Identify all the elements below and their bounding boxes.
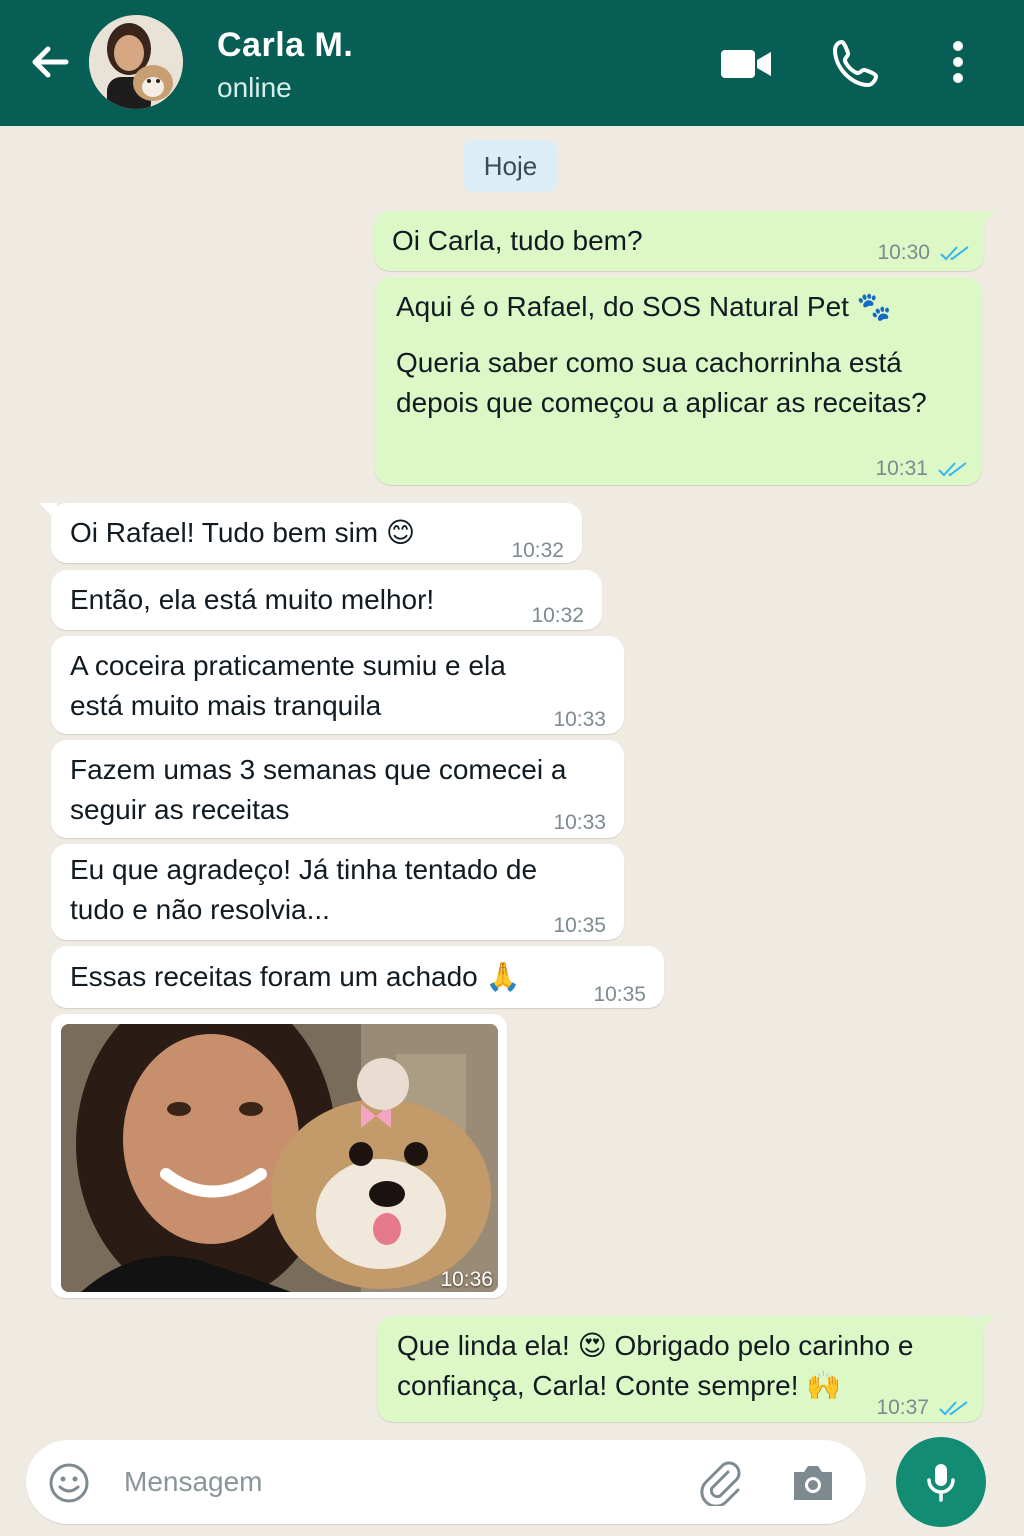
message-composer <box>26 1440 866 1524</box>
message-text: Essas receitas foram um achado 🙏 <box>70 961 521 992</box>
message-time: 10:33 <box>553 811 606 834</box>
camera-icon[interactable] <box>790 1462 836 1504</box>
message-incoming[interactable]: Eu que agradeço! Já tinha tentado de tud… <box>51 844 624 940</box>
message-text: A coceira praticamente sumiu e ela está … <box>70 650 506 721</box>
contact-status: online <box>217 72 292 103</box>
message-time: 10:33 <box>553 708 606 731</box>
chat-header: Carla M. online <box>0 0 1024 126</box>
photo-woman-with-dog[interactable] <box>61 1024 498 1292</box>
emoji-icon[interactable] <box>48 1462 90 1504</box>
message-time: 10:37 <box>876 1396 929 1419</box>
contact-name[interactable]: Carla M. <box>217 26 353 65</box>
message-outgoing[interactable]: Oi Carla, tudo bem? 10:30 <box>374 211 996 273</box>
message-time: 10:35 <box>553 914 606 937</box>
chat-area[interactable]: Hoje Oi Carla, tudo bem? 10:30 Aqui é o … <box>0 126 1024 1436</box>
bubble-tail <box>978 211 996 229</box>
attach-icon[interactable] <box>698 1460 744 1508</box>
back-arrow-icon[interactable] <box>26 38 74 86</box>
message-incoming[interactable]: Essas receitas foram um achado 🙏 10:35 <box>51 946 664 1008</box>
avatar[interactable] <box>89 15 183 109</box>
message-incoming[interactable]: A coceira praticamente sumiu e ela está … <box>51 636 624 734</box>
bubble-tail <box>39 503 57 521</box>
mic-icon <box>927 1464 955 1502</box>
message-meta: 10:30 <box>877 233 970 273</box>
message-text: Então, ela está muito melhor! <box>70 584 435 615</box>
double-check-icon <box>938 462 967 477</box>
message-text: Oi Carla, tudo bem? <box>392 225 643 256</box>
message-meta: 10:37 <box>876 1388 969 1428</box>
mic-button[interactable] <box>896 1437 986 1527</box>
message-time: 10:31 <box>875 457 928 480</box>
message-text: Aqui é o Rafael, do SOS Natural Pet 🐾 <box>396 291 892 322</box>
more-vert-icon[interactable] <box>930 36 986 92</box>
message-incoming[interactable]: Fazem umas 3 semanas que comecei a segui… <box>51 740 624 838</box>
bubble-tail <box>977 1316 995 1334</box>
message-time: 10:36 <box>440 1268 493 1291</box>
message-time: 10:32 <box>531 604 584 627</box>
message-meta: 10:31 <box>875 449 968 489</box>
message-time: 10:30 <box>877 241 930 264</box>
message-incoming[interactable]: Oi Rafael! Tudo bem sim 😊 10:32 <box>39 503 582 563</box>
message-outgoing[interactable]: Que linda ela! 😍 Obrigado pelo carinho e… <box>377 1316 995 1422</box>
video-call-icon[interactable] <box>718 36 774 92</box>
date-chip: Hoje <box>463 140 558 192</box>
message-incoming[interactable]: Então, ela está muito melhor! 10:32 <box>51 570 602 630</box>
double-check-icon <box>940 246 969 261</box>
message-outgoing[interactable]: Aqui é o Rafael, do SOS Natural Pet 🐾 Qu… <box>375 277 982 485</box>
message-text: Queria saber como sua cachorrinha está d… <box>396 347 927 418</box>
message-time: 10:32 <box>511 539 564 562</box>
phone-icon[interactable] <box>828 36 884 92</box>
message-photo[interactable]: 10:36 <box>51 1014 507 1298</box>
double-check-icon <box>939 1401 968 1416</box>
message-text: Eu que agradeço! Já tinha tentado de tud… <box>70 854 538 925</box>
message-input[interactable] <box>124 1458 664 1506</box>
photo-image <box>61 1024 498 1292</box>
message-text: Oi Rafael! Tudo bem sim 😊 <box>70 517 416 548</box>
message-time: 10:35 <box>593 983 646 1006</box>
message-text: Fazem umas 3 semanas que comecei a segui… <box>70 754 567 825</box>
